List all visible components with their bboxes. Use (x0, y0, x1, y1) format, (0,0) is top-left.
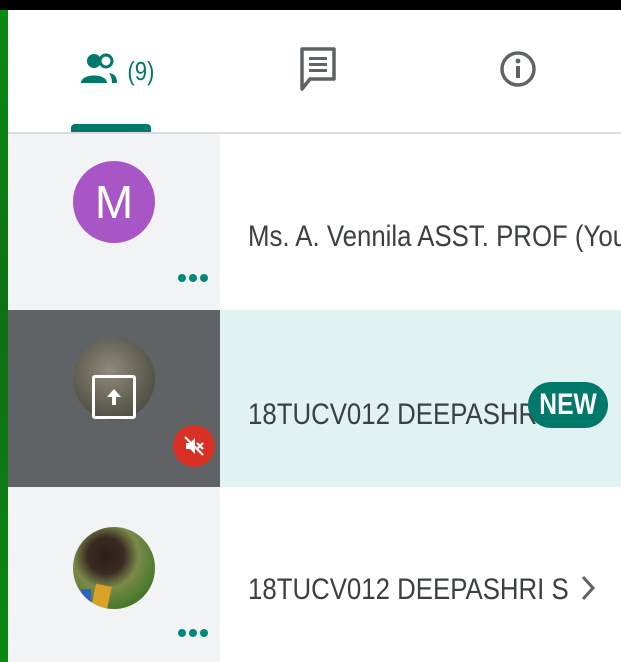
participant-count: (9) (127, 55, 155, 86)
avatar-photo (73, 527, 155, 609)
participant-name: 18TUCV012 DEEPASHR... (248, 398, 559, 431)
new-badge-label: NEW (539, 388, 597, 421)
participant-row[interactable]: 18TUCV012 DEEPASHR... NEW (8, 310, 621, 487)
new-badge: NEW (528, 382, 608, 428)
tab-chat[interactable] (248, 10, 388, 132)
chat-icon (298, 45, 338, 98)
active-tab-indicator (71, 124, 151, 132)
participant-name: 18TUCV012 DEEPASHRI S (248, 573, 569, 606)
avatar: M (73, 161, 155, 243)
tab-people[interactable]: (9) (48, 10, 188, 132)
info-icon (498, 49, 538, 94)
more-options-dots-icon[interactable] (178, 629, 208, 637)
avatar-column (8, 310, 220, 487)
mic-off-icon (173, 425, 215, 467)
participant-row[interactable]: M Ms. A. Vennila ASST. PROF (You) (8, 134, 621, 310)
participant-row[interactable]: 18TUCV012 DEEPASHRI S (8, 487, 621, 662)
panel-tab-bar: (9) (8, 10, 621, 134)
avatar-letter: M (94, 176, 134, 228)
desktop-background-edge (0, 10, 8, 662)
avatar-column: M (8, 134, 220, 310)
meeting-side-panel: (9) M Ms. A. Vennila ASST. PROF (You) 18… (8, 10, 621, 662)
chevron-right-icon[interactable] (578, 573, 598, 608)
people-icon (79, 51, 119, 92)
avatar-column (8, 487, 220, 662)
participant-name: Ms. A. Vennila ASST. PROF (You) (248, 220, 621, 253)
tab-info[interactable] (448, 10, 588, 132)
more-options-dots-icon[interactable] (178, 274, 208, 282)
upload-icon[interactable] (92, 375, 136, 419)
window-top-bar (0, 0, 621, 10)
